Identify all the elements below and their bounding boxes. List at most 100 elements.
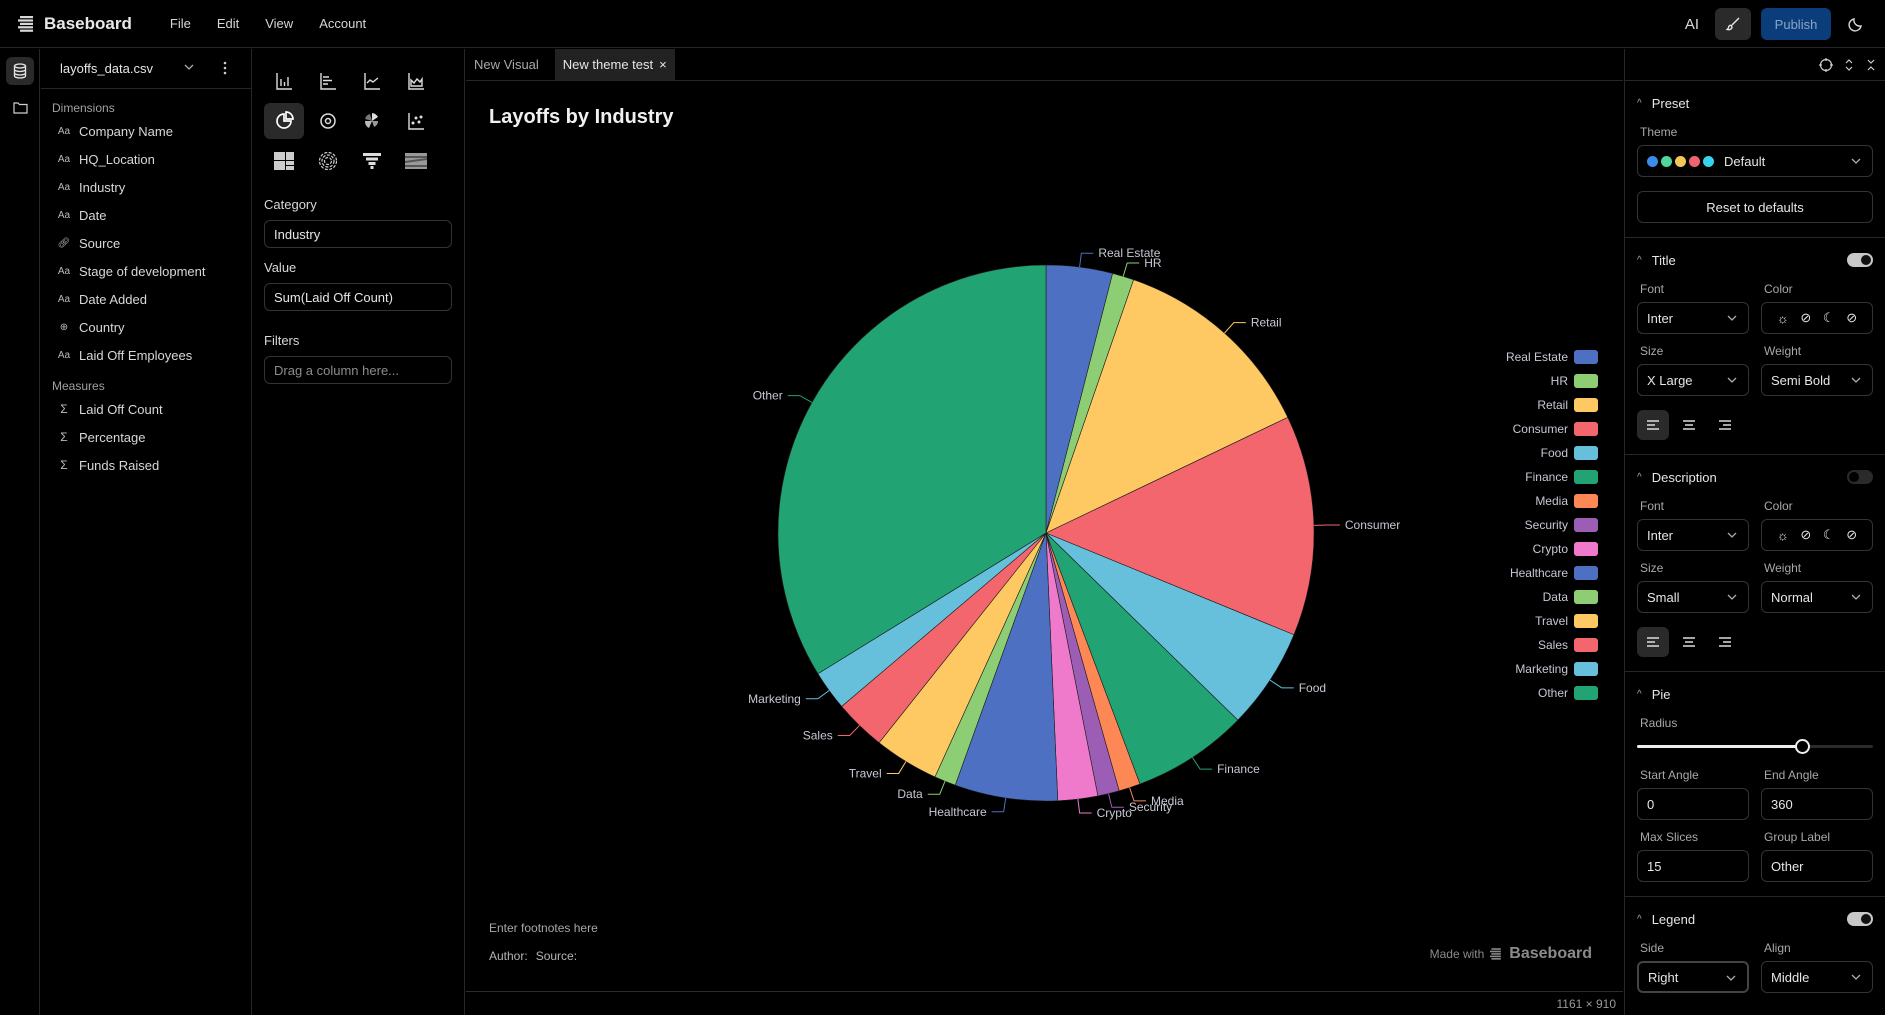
legend-align-select[interactable]: Middle	[1761, 961, 1873, 993]
pie-header[interactable]: ^ Pie	[1637, 682, 1873, 706]
legend-item[interactable]: Marketing	[1506, 657, 1598, 681]
legend-item[interactable]: Crypto	[1506, 537, 1598, 561]
align-center-button[interactable]	[1673, 410, 1705, 440]
chart-type-line[interactable]	[352, 63, 392, 99]
field-item[interactable]: Aa Laid Off Employees	[41, 341, 251, 369]
start-angle-input[interactable]: 0	[1637, 788, 1749, 820]
radius-slider[interactable]	[1637, 736, 1873, 756]
chart-type-bar[interactable]	[308, 63, 348, 99]
legend-header[interactable]: ^ Legend	[1637, 907, 1873, 931]
value-field[interactable]: Sum(Laid Off Count)	[264, 283, 452, 311]
style-button[interactable]	[1715, 8, 1751, 40]
legend-item[interactable]: Data	[1506, 585, 1598, 609]
menu-file[interactable]: File	[170, 16, 191, 31]
legend-item[interactable]: Travel	[1506, 609, 1598, 633]
chart-type-donut[interactable]	[308, 103, 348, 139]
publish-button[interactable]: Publish	[1761, 8, 1831, 40]
legend-side-select[interactable]: Right	[1637, 961, 1749, 993]
chart-type-pie[interactable]	[264, 103, 304, 139]
expand-icon[interactable]	[1843, 58, 1855, 72]
chart-type-area[interactable]	[396, 63, 436, 99]
description-font-select[interactable]: Inter	[1637, 519, 1749, 551]
datasource-selector[interactable]: layoffs_data.csv	[41, 49, 251, 89]
align-center-button[interactable]	[1673, 627, 1705, 657]
description-weight-select[interactable]: Normal	[1761, 581, 1873, 613]
logo[interactable]: Baseboard	[18, 14, 132, 34]
align-left-button[interactable]	[1637, 410, 1669, 440]
title-size-select[interactable]: X Large	[1637, 364, 1749, 396]
legend-item[interactable]: Retail	[1506, 393, 1598, 417]
moon-icon[interactable]: ☾	[1823, 310, 1835, 326]
menu-account[interactable]: Account	[319, 16, 366, 31]
reset-defaults-button[interactable]: Reset to defaults	[1637, 191, 1873, 223]
category-field[interactable]: Industry	[264, 220, 452, 248]
sun-icon[interactable]: ☼	[1777, 311, 1789, 326]
legend-item[interactable]: Consumer	[1506, 417, 1598, 441]
close-tab-icon[interactable]: ×	[659, 57, 667, 72]
chart-type-rose[interactable]	[352, 103, 392, 139]
no-color-icon[interactable]: ⊘	[1800, 310, 1811, 326]
menu-edit[interactable]: Edit	[217, 16, 239, 31]
legend-item[interactable]: HR	[1506, 369, 1598, 393]
description-size-select[interactable]: Small	[1637, 581, 1749, 613]
field-item[interactable]: ⊕ Country	[41, 313, 251, 341]
legend-item[interactable]: Security	[1506, 513, 1598, 537]
field-item[interactable]: Aa Stage of development	[41, 257, 251, 285]
ai-button[interactable]: AI	[1685, 16, 1699, 33]
chart-type-scatter[interactable]	[396, 103, 436, 139]
theme-toggle-button[interactable]	[1841, 8, 1871, 40]
description-header[interactable]: ^ Description	[1637, 465, 1873, 489]
end-angle-input[interactable]: 360	[1761, 788, 1873, 820]
tab-new-theme-test[interactable]: New theme test ×	[554, 49, 675, 80]
slider-thumb[interactable]	[1795, 739, 1811, 754]
more-options-icon[interactable]	[223, 61, 227, 75]
tab-new-visual[interactable]: New Visual	[466, 49, 547, 80]
moon-icon[interactable]: ☾	[1823, 527, 1835, 543]
field-item[interactable]: 🔗︎ Source	[41, 229, 251, 257]
menu-view[interactable]: View	[265, 16, 293, 31]
footnote-input[interactable]: Enter footnotes here	[489, 921, 598, 935]
title-weight-select[interactable]: Semi Bold	[1761, 364, 1873, 396]
chart-type-column[interactable]	[264, 63, 304, 99]
chart-type-funnel[interactable]	[352, 143, 392, 179]
no-color-icon[interactable]: ⊘	[1846, 527, 1857, 543]
field-item[interactable]: Σ Percentage	[41, 423, 251, 451]
legend-toggle[interactable]	[1847, 912, 1873, 926]
field-item[interactable]: Σ Funds Raised	[41, 451, 251, 479]
legend-item[interactable]: Sales	[1506, 633, 1598, 657]
author-label[interactable]: Author:	[489, 949, 528, 963]
title-header[interactable]: ^ Title	[1637, 248, 1873, 272]
max-slices-input[interactable]: 15	[1637, 850, 1749, 882]
title-font-select[interactable]: Inter	[1637, 302, 1749, 334]
align-right-button[interactable]	[1709, 410, 1741, 440]
field-item[interactable]: Aa Industry	[41, 173, 251, 201]
legend-item[interactable]: Real Estate	[1506, 345, 1598, 369]
source-label[interactable]: Source:	[536, 949, 577, 963]
legend-item[interactable]: Finance	[1506, 465, 1598, 489]
legend-item[interactable]: Healthcare	[1506, 561, 1598, 585]
title-toggle[interactable]	[1847, 253, 1873, 267]
crosshair-icon[interactable]	[1819, 57, 1833, 72]
theme-select[interactable]: Default	[1637, 145, 1873, 177]
legend-item[interactable]: Food	[1506, 441, 1598, 465]
no-color-icon[interactable]: ⊘	[1846, 310, 1857, 326]
no-color-icon[interactable]: ⊘	[1800, 527, 1811, 543]
chart-type-heatmap[interactable]	[396, 143, 436, 179]
align-left-button[interactable]	[1637, 627, 1669, 657]
files-button[interactable]	[6, 93, 34, 121]
description-toggle[interactable]	[1847, 470, 1873, 484]
chevron-down-icon[interactable]	[183, 61, 195, 73]
sun-icon[interactable]: ☼	[1777, 528, 1789, 543]
chart-type-treemap[interactable]	[264, 143, 304, 179]
preset-header[interactable]: ^ Preset	[1637, 91, 1873, 115]
field-item[interactable]: Aa Company Name	[41, 117, 251, 145]
field-item[interactable]: Σ Laid Off Count	[41, 395, 251, 423]
legend-item[interactable]: Media	[1506, 489, 1598, 513]
field-item[interactable]: Aa Date	[41, 201, 251, 229]
legend-item[interactable]: Other	[1506, 681, 1598, 705]
field-item[interactable]: Aa Date Added	[41, 285, 251, 313]
field-item[interactable]: Aa HQ_Location	[41, 145, 251, 173]
align-right-button[interactable]	[1709, 627, 1741, 657]
filters-dropzone[interactable]: Drag a column here...	[264, 356, 452, 384]
chart-type-radial[interactable]	[308, 143, 348, 179]
